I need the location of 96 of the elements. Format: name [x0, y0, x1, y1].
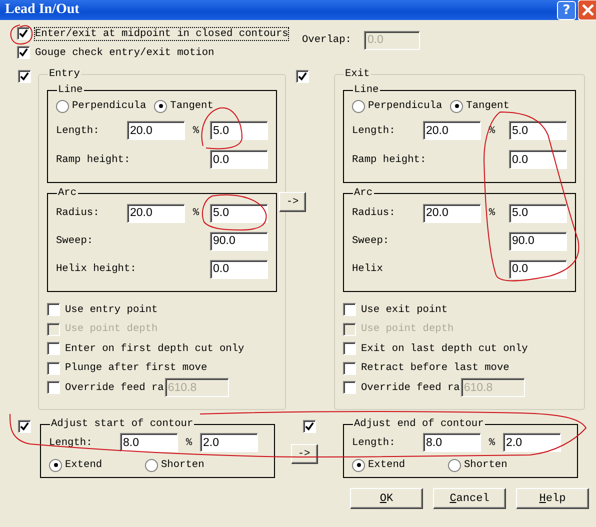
percent-label: % [192, 124, 200, 136]
radio-label: Perpendicula [368, 100, 442, 112]
input-field[interactable]: 20.0 [127, 204, 185, 222]
radio-label: Perpendicula [72, 100, 146, 112]
group-title: Adjust end of contour [353, 418, 485, 430]
input-field[interactable]: 0.0 [210, 150, 268, 169]
field-label: Radius: [56, 207, 100, 219]
input-field[interactable]: 20.0 [423, 121, 481, 140]
group-title: Entry [48, 68, 81, 80]
checkbox[interactable] [343, 303, 356, 316]
input-field[interactable]: 0.0 [509, 260, 567, 278]
input-field[interactable]: 5.0 [210, 204, 268, 222]
radio-label: Extend [65, 459, 102, 471]
checkbox[interactable] [343, 342, 356, 356]
radio-button[interactable] [154, 100, 168, 112]
checkbox-label: Enter on first depth cut only [65, 342, 244, 355]
input-field[interactable]: 20.0 [127, 121, 185, 140]
radio-label: Extend [368, 459, 406, 471]
checkbox[interactable] [47, 381, 60, 394]
dialog-button[interactable]: Help [516, 488, 589, 509]
field-label: Length: [352, 436, 396, 448]
input-field[interactable]: 90.0 [210, 232, 268, 250]
checkbox-label: Override feed ra [65, 382, 164, 394]
field-label: Radius: [352, 207, 396, 219]
checkbox-label: Use point depth [65, 323, 158, 336]
checkbox-label: Gouge check entry/exit motion [35, 46, 214, 58]
field-label: Helix height: [56, 263, 136, 275]
percent-label: % [184, 436, 194, 448]
circle-annotation [202, 194, 267, 230]
input-field[interactable]: 0.0 [210, 260, 268, 278]
field-label: Ramp height: [56, 154, 130, 166]
input-field[interactable]: 90.0 [509, 232, 567, 250]
input-field[interactable]: 5.0 [210, 121, 268, 140]
overlap-label: Overlap: [302, 34, 352, 46]
radio-label: Shorten [161, 459, 204, 471]
field-label: Length: [352, 124, 396, 136]
input-field[interactable]: 2.0 [503, 433, 561, 452]
input-field[interactable]: 8.0 [423, 433, 481, 452]
percent-label: % [488, 436, 496, 448]
dialog-button[interactable]: OK [350, 488, 423, 509]
copy-button[interactable]: -> [279, 192, 306, 212]
group-title: Arc [57, 187, 78, 199]
checkbox-label: Enter/exit at midpoint in closed contours [35, 28, 288, 40]
radio-label: Tangent [466, 100, 510, 112]
checkbox[interactable] [343, 362, 356, 375]
input-field[interactable]: 5.0 [509, 204, 567, 222]
checkbox[interactable] [296, 70, 309, 83]
field-label: Helix [352, 263, 384, 275]
window-title: Lead In/Out [5, 2, 80, 18]
input-field[interactable]: 0.0 [509, 150, 567, 169]
checkbox[interactable] [47, 342, 60, 356]
field-label: Ramp height: [352, 154, 426, 166]
radio-button[interactable] [49, 458, 62, 472]
percent-label: % [192, 207, 200, 219]
field-label: Sweep: [352, 235, 390, 247]
radio-label: Tangent [170, 100, 214, 112]
field-label: Length: [49, 436, 94, 448]
radio-button[interactable] [145, 458, 158, 472]
checkbox-label: Override feed ra [361, 382, 460, 394]
radio-button[interactable] [450, 100, 464, 112]
checkbox-label: Retract before last move [361, 362, 510, 374]
input-field[interactable]: 8.0 [120, 433, 178, 452]
group-title: Arc [353, 187, 374, 199]
checkbox[interactable] [17, 46, 30, 59]
checkbox-label: Use exit point [361, 304, 448, 316]
radio-button[interactable] [352, 100, 365, 112]
group-title: Line [57, 84, 84, 96]
checkbox[interactable] [47, 303, 60, 316]
checkbox[interactable] [17, 27, 30, 40]
radio-label: Shorten [464, 459, 508, 471]
checkbox-label: Plunge after first move [65, 362, 208, 374]
checkbox[interactable] [343, 381, 356, 394]
checkbox[interactable] [18, 420, 31, 433]
circle-annotation [10, 24, 33, 44]
percent-label: % [488, 207, 496, 219]
close-icon[interactable] [578, 0, 596, 20]
group-title: Line [353, 84, 380, 96]
dialog-button[interactable]: Cancel [433, 488, 506, 509]
checkbox[interactable] [18, 70, 31, 83]
checkbox-label: Use point depth [361, 323, 454, 336]
checkbox-label: Exit on last depth cut only [361, 342, 528, 355]
copy-button[interactable]: -> [290, 444, 318, 464]
field-label: Sweep: [56, 235, 94, 247]
input-field[interactable]: 20.0 [423, 204, 481, 222]
group-title: Adjust start of contour [50, 418, 194, 430]
input-field[interactable]: 2.0 [200, 433, 258, 452]
checkbox[interactable] [47, 362, 60, 375]
help-button[interactable]: ? [557, 0, 576, 20]
radio-button[interactable] [352, 458, 365, 472]
field-label: Length: [56, 124, 100, 136]
input-field[interactable]: 5.0 [509, 121, 567, 140]
checkbox-label: Use entry point [65, 304, 158, 316]
radio-button[interactable] [56, 100, 69, 112]
checkbox[interactable] [302, 420, 316, 433]
group-title: Exit [344, 68, 371, 80]
radio-button[interactable] [448, 458, 461, 472]
